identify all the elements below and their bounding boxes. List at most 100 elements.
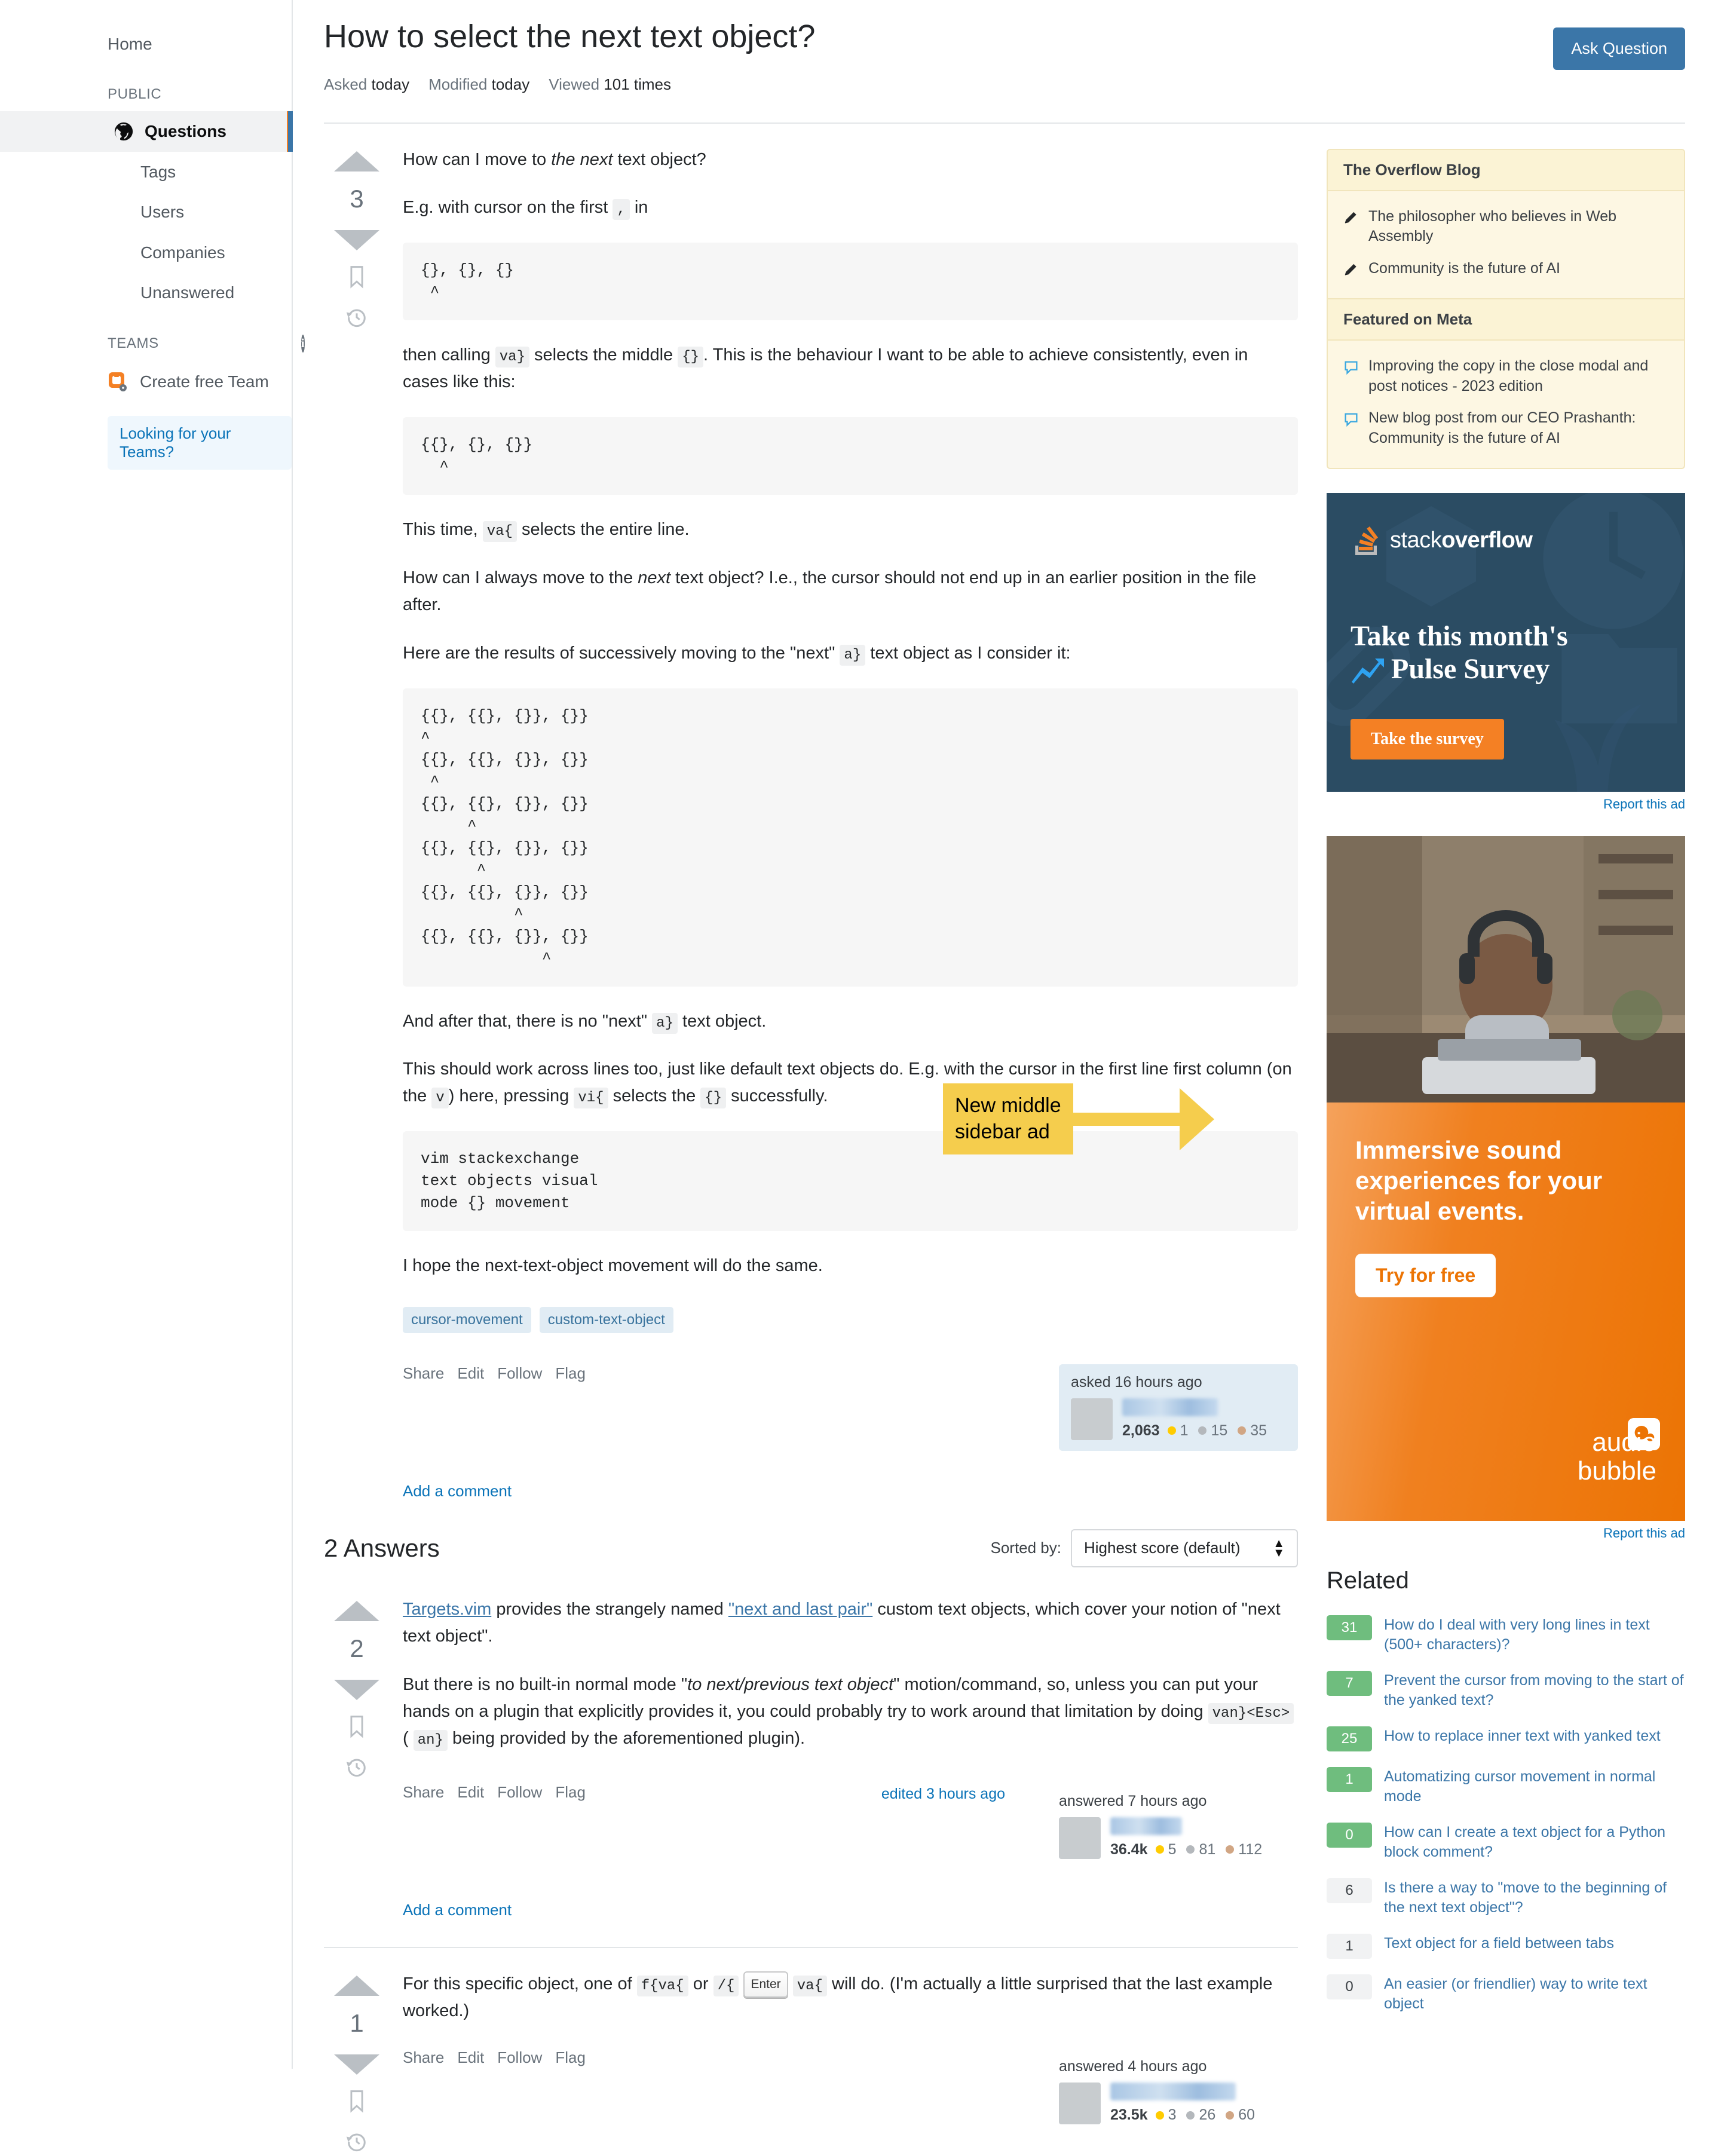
sidebar-item-create-free-team[interactable]: Create free Team bbox=[0, 361, 292, 403]
list-item[interactable]: 0 How can I create a text object for a P… bbox=[1327, 1815, 1685, 1870]
sort-select[interactable]: Highest score (default) ▲ ▼ bbox=[1071, 1529, 1298, 1567]
bookmark-icon[interactable] bbox=[347, 1714, 367, 1741]
flag-link[interactable]: Flag bbox=[555, 1364, 586, 1383]
edit-link[interactable]: Edit bbox=[457, 1783, 484, 1802]
silver-badge-count: 81 bbox=[1199, 1840, 1216, 1858]
related-link[interactable]: How do I deal with very long lines in te… bbox=[1384, 1615, 1685, 1655]
username[interactable] bbox=[1122, 1398, 1218, 1416]
answer-owner-card[interactable]: answered 7 hours ago 36.4k 5 81 112 bbox=[1059, 1783, 1298, 1870]
ad-pulse-survey[interactable]: stackoverflow Take this month's Pulse Su… bbox=[1327, 492, 1685, 812]
targets-vim-link[interactable]: Targets.vim bbox=[403, 1600, 491, 1619]
inline-code: va{ bbox=[482, 520, 517, 542]
report-ad-link[interactable]: Report this ad bbox=[1327, 1526, 1685, 1541]
reputation: 36.4k bbox=[1110, 1840, 1148, 1858]
sidebar-item-home[interactable]: Home bbox=[0, 24, 292, 65]
ad-creative[interactable]: stackoverflow Take this month's Pulse Su… bbox=[1327, 492, 1685, 792]
bookmark-icon[interactable] bbox=[347, 265, 367, 292]
downvote-button[interactable] bbox=[334, 1679, 379, 1700]
list-item[interactable]: The philosopher who believes in Web Asse… bbox=[1343, 201, 1668, 253]
code-block-2: {{}, {}, {}} ^ bbox=[403, 417, 1298, 495]
looking-for-teams-link[interactable]: Looking for your Teams? bbox=[108, 415, 292, 470]
edited-timestamp[interactable]: edited 3 hours ago bbox=[881, 1783, 1005, 1803]
list-item[interactable]: 31 How do I deal with very long lines in… bbox=[1327, 1607, 1685, 1663]
share-link[interactable]: Share bbox=[403, 1783, 444, 1802]
sidebar-item-label: Home bbox=[108, 35, 152, 53]
list-item[interactable]: 7 Prevent the cursor from moving to the … bbox=[1327, 1663, 1685, 1719]
ask-question-button[interactable]: Ask Question bbox=[1553, 27, 1685, 70]
inline-code: /{ bbox=[713, 1975, 739, 1996]
flag-link[interactable]: Flag bbox=[555, 1783, 586, 1802]
meta-link[interactable]: New blog post from our CEO Prashanth: Co… bbox=[1368, 408, 1668, 449]
blog-link[interactable]: The philosopher who believes in Web Asse… bbox=[1368, 207, 1668, 247]
meta-link[interactable]: Improving the copy in the close modal an… bbox=[1368, 356, 1668, 397]
history-icon[interactable] bbox=[345, 1756, 368, 1781]
list-item[interactable]: 6 Is there a way to "move to the beginni… bbox=[1327, 1870, 1685, 1926]
sorted-by-label: Sorted by: bbox=[990, 1539, 1061, 1557]
page-root: Home PUBLIC Questions Tags Users Compani… bbox=[0, 0, 1721, 2156]
related-link[interactable]: Is there a way to "move to the beginning… bbox=[1384, 1878, 1685, 1918]
question-owner-card[interactable]: asked 16 hours ago 2,063 1 15 35 bbox=[1059, 1364, 1298, 1451]
ad-creative[interactable]: Immersive sound experiences for your vir… bbox=[1327, 835, 1685, 1521]
bronze-badge-count: 35 bbox=[1250, 1422, 1267, 1439]
score-badge: 6 bbox=[1327, 1878, 1372, 1903]
answers-header: 2 Answers Sorted by: Highest score (defa… bbox=[324, 1529, 1298, 1567]
take-survey-button[interactable]: Take the survey bbox=[1351, 718, 1504, 760]
edit-link[interactable]: Edit bbox=[457, 1364, 484, 1383]
related-link[interactable]: Automatizing cursor movement in normal m… bbox=[1384, 1767, 1685, 1807]
sidebar-item-companies[interactable]: Companies bbox=[0, 232, 292, 273]
try-for-free-button[interactable]: Try for free bbox=[1355, 1254, 1496, 1298]
list-item[interactable]: 25 How to replace inner text with yanked… bbox=[1327, 1719, 1685, 1759]
sidebar-item-users[interactable]: Users bbox=[0, 192, 292, 232]
score-badge: 31 bbox=[1327, 1615, 1372, 1640]
add-comment-answer-1[interactable]: Add a comment bbox=[403, 1901, 512, 1919]
pencil-icon bbox=[1343, 262, 1359, 278]
list-item[interactable]: Improving the copy in the close modal an… bbox=[1343, 350, 1668, 403]
list-item[interactable]: 0 An easier (or friendlier) way to write… bbox=[1327, 1967, 1685, 2022]
sidebar-item-tags[interactable]: Tags bbox=[0, 152, 292, 192]
history-icon[interactable] bbox=[345, 306, 368, 332]
sidebar-item-unanswered[interactable]: Unanswered bbox=[0, 272, 292, 313]
share-link[interactable]: Share bbox=[403, 2048, 444, 2067]
inline-code: va{ bbox=[792, 1975, 827, 1996]
report-ad-link[interactable]: Report this ad bbox=[1327, 797, 1685, 812]
upvote-button[interactable] bbox=[334, 151, 379, 172]
username[interactable] bbox=[1110, 2082, 1236, 2101]
blog-link[interactable]: Community is the future of AI bbox=[1368, 259, 1560, 279]
related-link[interactable]: How to replace inner text with yanked te… bbox=[1384, 1726, 1661, 1747]
sidebar-item-questions[interactable]: Questions bbox=[0, 111, 293, 152]
edit-link[interactable]: Edit bbox=[457, 2048, 484, 2067]
bookmark-icon[interactable] bbox=[347, 2089, 367, 2116]
upvote-button[interactable] bbox=[334, 1600, 379, 1621]
next-and-last-pair-link[interactable]: "next and last pair" bbox=[728, 1600, 872, 1619]
related-link[interactable]: How can I create a text object for a Pyt… bbox=[1384, 1823, 1685, 1863]
add-comment-question[interactable]: Add a comment bbox=[403, 1482, 512, 1500]
follow-link[interactable]: Follow bbox=[497, 2048, 542, 2067]
question-meta: Asked today Modified today Viewed 101 ti… bbox=[324, 75, 1685, 94]
username[interactable] bbox=[1110, 1817, 1182, 1835]
question-paragraph-8: This should work across lines too, just … bbox=[403, 1056, 1298, 1110]
related-link[interactable]: Text object for a field between tabs bbox=[1384, 1934, 1614, 1954]
bronze-badge-icon bbox=[1226, 1845, 1235, 1854]
downvote-button[interactable] bbox=[334, 2054, 379, 2075]
downvote-button[interactable] bbox=[334, 229, 379, 250]
list-item[interactable]: Community is the future of AI bbox=[1343, 253, 1668, 285]
list-item[interactable]: 1 Text object for a field between tabs bbox=[1327, 1926, 1685, 1967]
answer-owner-card[interactable]: answered 4 hours ago 23.5k 3 26 60 bbox=[1059, 2048, 1298, 2135]
share-link[interactable]: Share bbox=[403, 1364, 444, 1383]
sidebar-section-label: TEAMS bbox=[108, 335, 159, 351]
follow-link[interactable]: Follow bbox=[497, 1364, 542, 1383]
related-link[interactable]: An easier (or friendlier) way to write t… bbox=[1384, 1974, 1685, 2014]
modified-meta: Modified today bbox=[428, 75, 530, 93]
ad-audio-bubble[interactable]: Immersive sound experiences for your vir… bbox=[1327, 835, 1685, 1541]
related-link[interactable]: Prevent the cursor from moving to the st… bbox=[1384, 1671, 1685, 1711]
list-item[interactable]: New blog post from our CEO Prashanth: Co… bbox=[1343, 402, 1668, 455]
tag-custom-text-object[interactable]: custom-text-object bbox=[539, 1306, 673, 1333]
flag-link[interactable]: Flag bbox=[555, 2048, 586, 2067]
related-questions: Related 31 How do I deal with very long … bbox=[1327, 1567, 1685, 2022]
history-icon[interactable] bbox=[345, 2130, 368, 2156]
follow-link[interactable]: Follow bbox=[497, 1783, 542, 1802]
upvote-button[interactable] bbox=[334, 1975, 379, 1996]
asked-timestamp: asked 16 hours ago bbox=[1071, 1373, 1202, 1391]
list-item[interactable]: 1 Automatizing cursor movement in normal… bbox=[1327, 1759, 1685, 1815]
tag-cursor-movement[interactable]: cursor-movement bbox=[403, 1306, 531, 1333]
